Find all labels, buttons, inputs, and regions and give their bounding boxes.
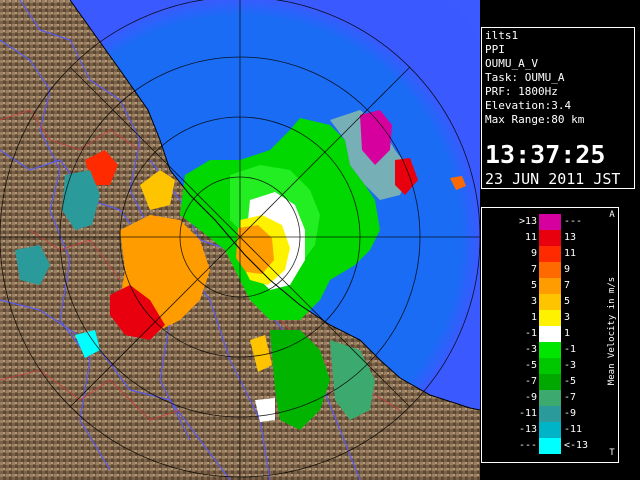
legend-upper-bound: 9 [564, 264, 571, 275]
radar-ppi-svg [0, 0, 480, 480]
legend-color-swatch [539, 422, 561, 438]
legend-lower-bound: 5 [530, 280, 537, 291]
legend-lower-bound: --- [518, 440, 537, 451]
scan-time: 13:37:25 [485, 140, 606, 169]
legend-color-swatch [539, 406, 561, 422]
legend-upper-bound: -1 [564, 344, 577, 355]
legend-upper-bound: -7 [564, 392, 577, 403]
legend-upper-bound: -11 [564, 424, 583, 435]
scan-mode: PPI [485, 43, 505, 56]
velocity-legend: >13 --- 11 13 9 11 7 9 5 7 3 5 1 3 -1 1 -3 -1 -5 -3 -7 -5 -9 -7… [481, 207, 619, 463]
legend-lower-bound: -13 [518, 424, 537, 435]
scan-date: 23 JUN 2011 JST [485, 170, 621, 188]
legend-top-letter: A [609, 210, 615, 220]
legend-upper-bound: -3 [564, 360, 577, 371]
legend-color-swatch [539, 326, 561, 342]
legend-upper-bound: 1 [564, 328, 571, 339]
legend-upper-bound: <-13 [564, 440, 589, 451]
prf-value: PRF: 1800Hz [485, 85, 558, 98]
legend-color-swatch [539, 374, 561, 390]
legend-color-swatch [539, 438, 561, 454]
legend-color-swatch [539, 214, 561, 230]
legend-color-swatch [539, 246, 561, 262]
legend-upper-bound: 13 [564, 232, 577, 243]
legend-upper-bound: -5 [564, 376, 577, 387]
legend-color-swatch [539, 342, 561, 358]
legend-color-swatch [539, 358, 561, 374]
radar-ppi-map[interactable] [0, 0, 480, 480]
legend-upper-bound: 3 [564, 312, 571, 323]
legend-lower-bound: -1 [524, 328, 537, 339]
legend-upper-bound: --- [564, 216, 583, 227]
elevation-value: Elevation:3.4 [485, 99, 572, 112]
legend-lower-bound: 1 [530, 312, 537, 323]
product-name: OUMU_A_V [485, 57, 538, 70]
legend-lower-bound: -9 [524, 392, 537, 403]
legend-lower-bound: 3 [530, 296, 537, 307]
legend-color-swatch [539, 294, 561, 310]
legend-lower-bound: -11 [518, 408, 537, 419]
radar-info-panel: ilts1 PPI OUMU_A_V Task: OUMU_A PRF: 180… [481, 27, 635, 189]
legend-color-swatch [539, 310, 561, 326]
legend-lower-bound: 9 [530, 248, 537, 259]
legend-upper-bound: 7 [564, 280, 571, 291]
legend-lower-bound: 7 [530, 264, 537, 275]
legend-color-swatch [539, 278, 561, 294]
legend-title: Mean Velocity in m/s [607, 276, 617, 386]
legend-lower-bound: 11 [524, 232, 537, 243]
max-range-value: Max Range:80 km [485, 113, 585, 126]
station-name: ilts1 [485, 29, 519, 42]
legend-upper-bound: 11 [564, 248, 577, 259]
legend-color-swatch [539, 230, 561, 246]
legend-lower-bound: -3 [524, 344, 537, 355]
legend-upper-bound: 5 [564, 296, 571, 307]
legend-upper-bound: -9 [564, 408, 577, 419]
legend-lower-bound: >13 [518, 216, 537, 227]
legend-side-label: A Mean Velocity in m/s T [606, 208, 618, 462]
legend-color-swatch [539, 390, 561, 406]
legend-bottom-letter: T [609, 448, 615, 458]
legend-color-swatch [539, 262, 561, 278]
legend-lower-bound: -5 [524, 360, 537, 371]
task-name: Task: OUMU_A [485, 71, 565, 84]
legend-lower-bound: -7 [524, 376, 537, 387]
